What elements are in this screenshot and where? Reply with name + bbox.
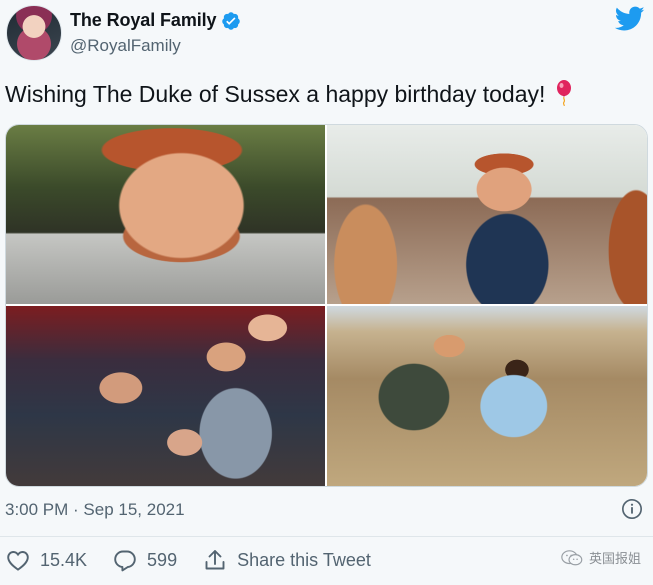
like-button[interactable]: 15.4K (6, 548, 87, 572)
photo-3-crowd[interactable] (6, 306, 325, 486)
account-handle[interactable]: @RoyalFamily (70, 36, 181, 56)
reply-icon (114, 550, 136, 572)
tweet-media-grid[interactable] (5, 124, 648, 487)
photo-4-tree-planting[interactable] (327, 306, 647, 486)
share-icon (205, 550, 225, 570)
wechat-icon (561, 549, 583, 565)
twitter-bird-icon[interactable] (615, 6, 645, 32)
account-name-row: The Royal Family (70, 10, 241, 31)
reply-button[interactable]: 599 (113, 548, 177, 572)
tweet-actions: 15.4K 599 Share this Tweet (6, 548, 397, 572)
display-name[interactable]: The Royal Family (70, 10, 217, 31)
divider (0, 536, 653, 537)
photo-2-classroom[interactable] (327, 125, 647, 304)
watermark-text: 英国报姐 (588, 551, 641, 566)
balloon-emoji-icon (555, 80, 573, 107)
heart-icon (7, 551, 29, 571)
profile-avatar[interactable] (6, 5, 62, 61)
like-count: 15.4K (40, 549, 88, 570)
verified-badge-icon (221, 11, 241, 31)
tweet-text: Wishing The Duke of Sussex a happy birth… (5, 80, 573, 108)
tweet-timestamp[interactable]: 3:00 PM · Sep 15, 2021 (5, 500, 185, 520)
info-icon[interactable] (621, 498, 643, 520)
tweet-text-content: Wishing The Duke of Sussex a happy birth… (5, 81, 546, 107)
share-label: Share this Tweet (237, 549, 371, 570)
reply-count: 599 (147, 549, 178, 570)
share-button[interactable]: Share this Tweet (203, 548, 371, 572)
photo-1-smiling-portrait[interactable] (6, 125, 325, 304)
source-watermark: 英国报姐 (561, 548, 641, 567)
